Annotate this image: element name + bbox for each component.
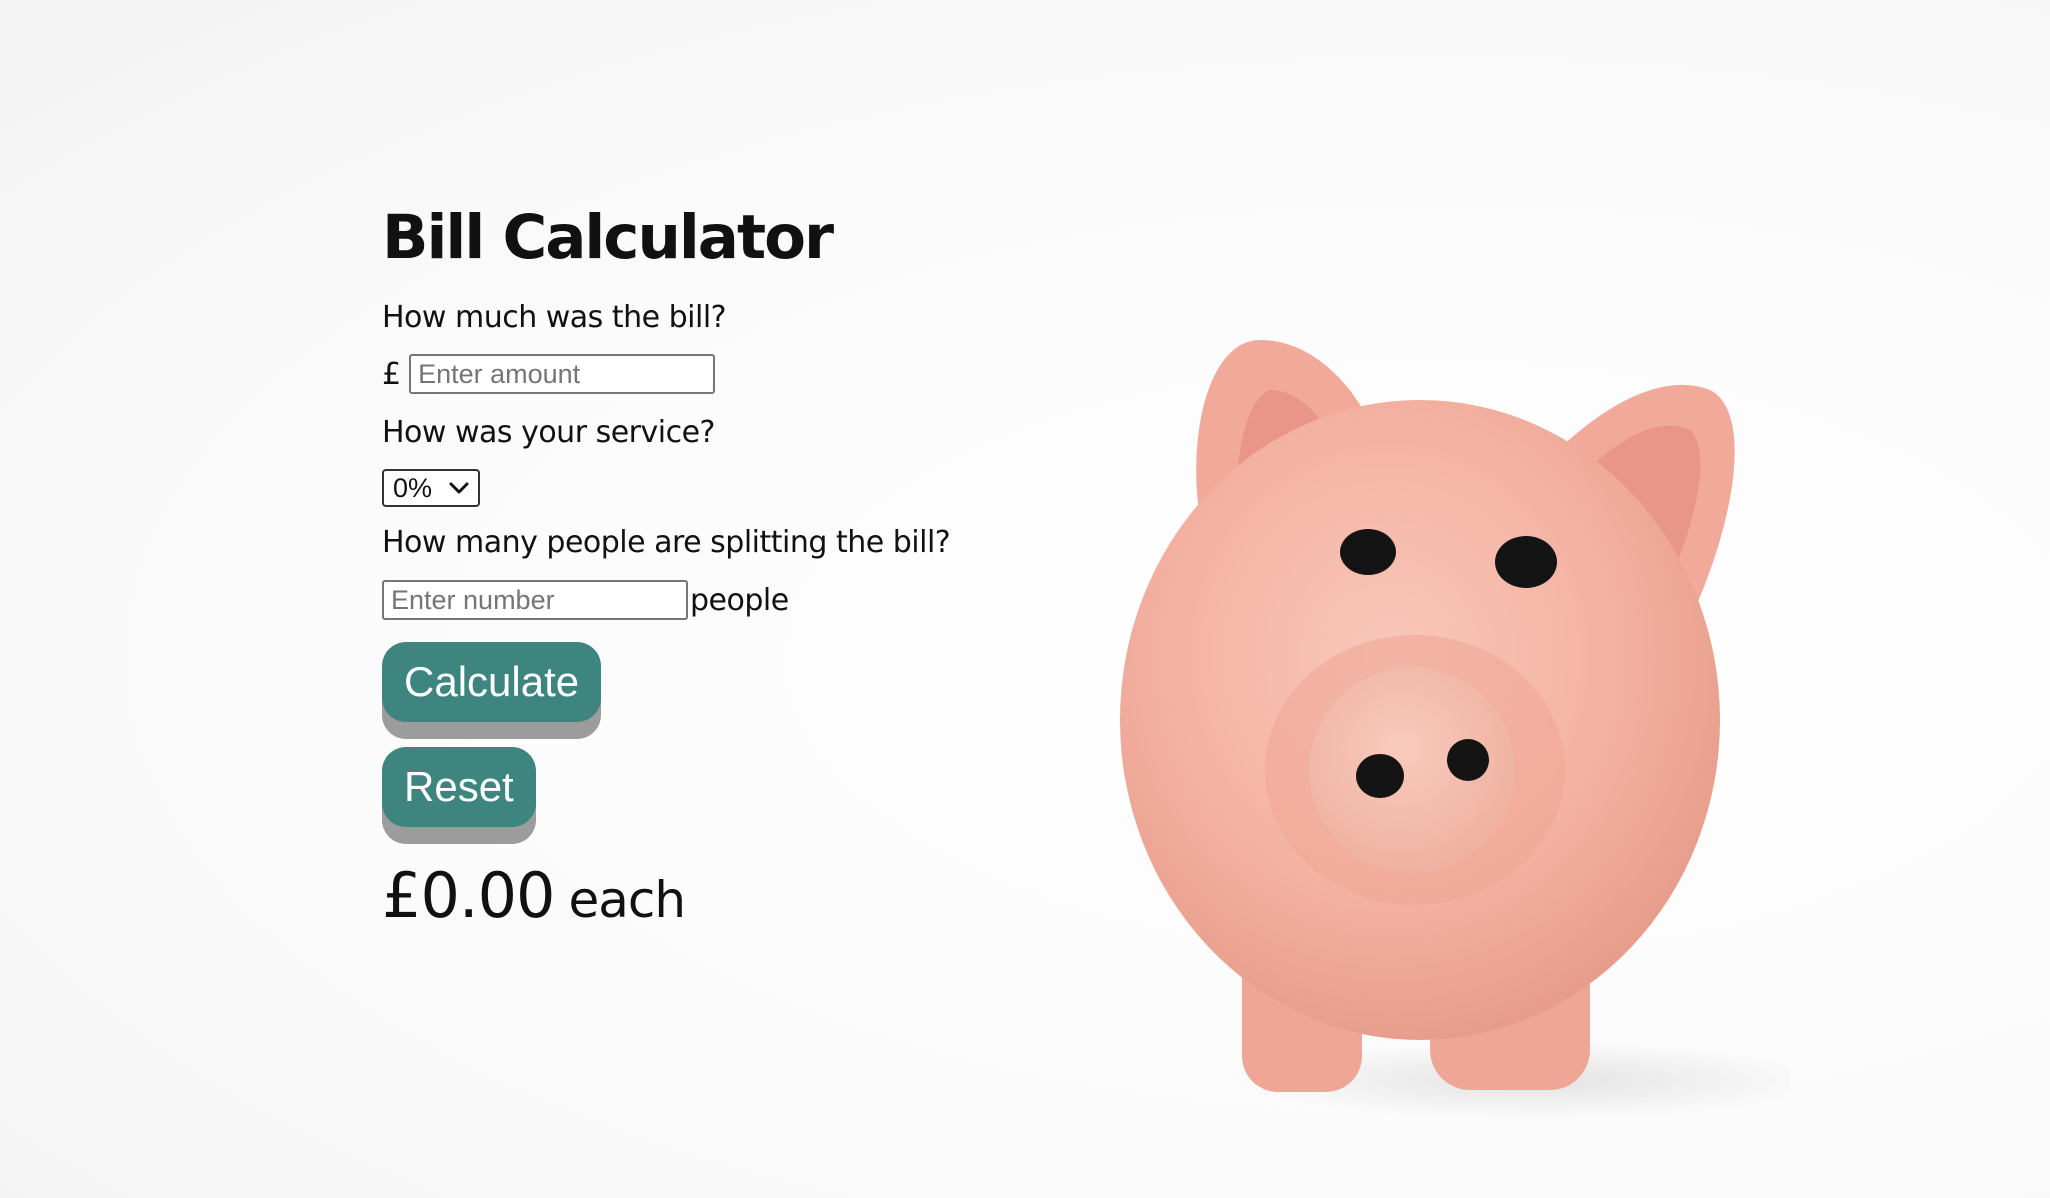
currency-symbol: £ bbox=[382, 356, 402, 392]
service-row: 0% bbox=[382, 468, 1082, 508]
result-amount: £0.00 bbox=[382, 859, 555, 932]
pig-eye-left bbox=[1340, 529, 1396, 575]
service-question-label: How was your service? bbox=[382, 415, 715, 450]
piggy-bank-image bbox=[1090, 320, 1830, 1120]
page-title: Bill Calculator bbox=[382, 202, 834, 273]
service-tip-selected-value: 0% bbox=[393, 472, 433, 503]
bill-question-label: How much was the bill? bbox=[382, 300, 727, 335]
service-tip-select[interactable]: 0% bbox=[382, 469, 480, 507]
people-unit-label: people bbox=[690, 582, 789, 618]
people-count-input[interactable] bbox=[382, 580, 688, 620]
result-display: £0.00 each bbox=[382, 859, 1082, 932]
bill-amount-input[interactable] bbox=[409, 354, 716, 394]
reset-button-wrap: Reset bbox=[382, 747, 1082, 827]
pig-nostril-left bbox=[1356, 754, 1404, 798]
pig-eye-right bbox=[1495, 536, 1557, 588]
chevron-down-icon bbox=[448, 481, 470, 495]
pig-nostril-right bbox=[1447, 739, 1489, 781]
result-suffix: each bbox=[568, 871, 687, 929]
calculate-button-wrap: Calculate bbox=[382, 642, 1082, 722]
bill-amount-row: £ bbox=[382, 352, 1082, 396]
calculate-button[interactable]: Calculate bbox=[382, 642, 602, 722]
reset-button[interactable]: Reset bbox=[382, 747, 536, 827]
bill-calculator-form: Bill Calculator How much was the bill? £… bbox=[382, 196, 1082, 932]
people-question-label: How many people are splitting the bill? bbox=[382, 525, 951, 560]
people-row: people bbox=[382, 578, 1082, 622]
